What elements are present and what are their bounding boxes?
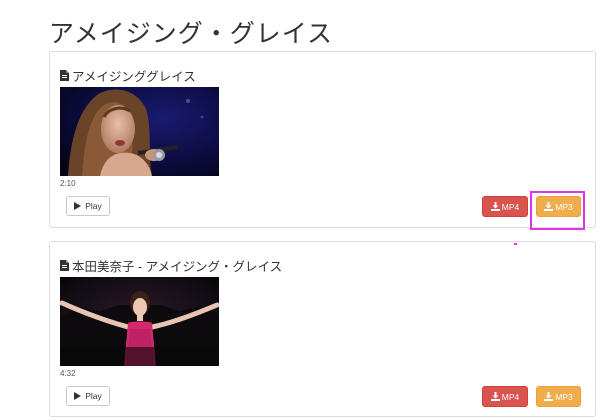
download-icon — [490, 202, 500, 211]
mp3-label: MP3 — [555, 201, 573, 212]
mp4-label: MP4 — [501, 391, 520, 402]
file-icon — [60, 70, 69, 81]
result-card: 本田美奈子 - アメイジング・グレイス 4:32 Play MP4 MP3 — [49, 241, 596, 417]
file-icon — [60, 260, 69, 271]
play-label: Play — [85, 391, 102, 401]
play-label: Play — [85, 201, 102, 211]
play-button[interactable]: Play — [66, 386, 110, 406]
mp3-label: MP3 — [555, 391, 573, 402]
download-icon — [490, 392, 500, 401]
result-title-row: アメイジンググレイス — [60, 66, 196, 85]
video-duration: 4:32 — [60, 369, 76, 378]
download-mp4-button[interactable]: MP4 — [482, 196, 528, 217]
download-icon — [544, 202, 554, 211]
download-mp4-button[interactable]: MP4 — [482, 386, 528, 407]
result-title[interactable]: 本田美奈子 - アメイジング・グレイス — [72, 256, 282, 275]
video-thumbnail[interactable] — [60, 87, 219, 176]
download-mp3-button[interactable]: MP3 — [536, 386, 581, 407]
video-duration: 2:10 — [60, 179, 76, 188]
play-icon — [74, 202, 82, 210]
download-mp3-button[interactable]: MP3 — [536, 196, 581, 217]
result-card: アメイジンググレイス 2:10 Play MP4 MP3 — [49, 51, 596, 228]
play-button[interactable]: Play — [66, 196, 110, 216]
mp4-label: MP4 — [501, 201, 520, 212]
annotation-mark — [514, 243, 517, 245]
play-icon — [74, 392, 82, 400]
download-icon — [544, 392, 554, 401]
result-title-row: 本田美奈子 - アメイジング・グレイス — [60, 256, 282, 275]
page: アメイジング・グレイス アメイジンググレイス 2:10 Play MP4 MP3… — [0, 0, 600, 420]
video-thumbnail[interactable] — [60, 277, 219, 366]
result-title[interactable]: アメイジンググレイス — [72, 66, 196, 85]
page-title: アメイジング・グレイス — [49, 20, 334, 48]
